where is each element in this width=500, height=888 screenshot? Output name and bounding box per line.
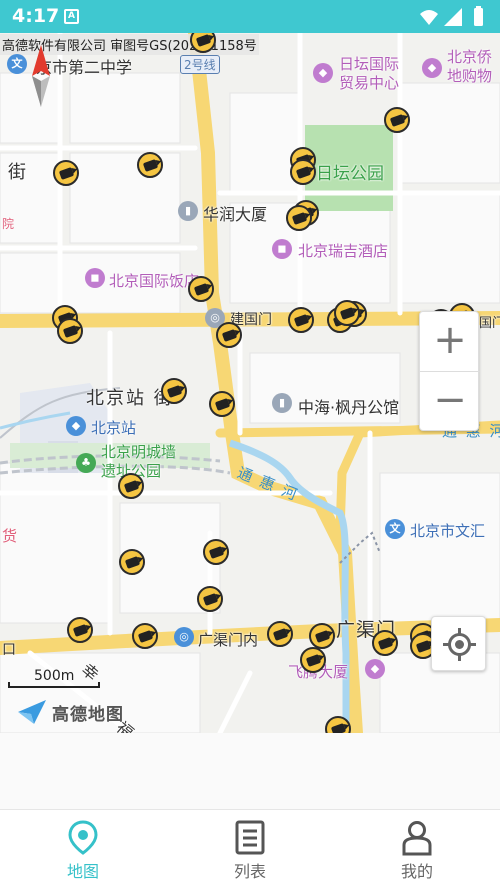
shopping-icon: ◆ bbox=[313, 63, 333, 83]
amap-logo-icon bbox=[18, 700, 46, 724]
list-icon bbox=[235, 820, 265, 855]
map-label-street-left: 街 bbox=[8, 162, 26, 183]
camera-marker[interactable] bbox=[67, 617, 93, 643]
amap-logo: 高德地图 bbox=[16, 698, 136, 726]
nav-tab-list[interactable]: 列表 bbox=[167, 810, 333, 888]
map-pin-icon bbox=[68, 820, 98, 855]
camera-marker[interactable] bbox=[290, 159, 316, 185]
hotel-icon-2: ◼ bbox=[85, 268, 105, 288]
status-bar: 4:17 A bbox=[0, 0, 500, 33]
map-label-beijing-station: 北京站 bbox=[91, 419, 137, 437]
map-label-ruiji-hotel: 北京瑞吉酒店 bbox=[298, 242, 389, 260]
building-icon-2: ▮ bbox=[272, 393, 292, 413]
content-sheet bbox=[0, 733, 500, 809]
park-icon: ♣ bbox=[76, 453, 96, 473]
camera-marker[interactable] bbox=[216, 322, 242, 348]
compass-icon[interactable] bbox=[28, 45, 54, 107]
map-label-edge: 院 bbox=[2, 217, 15, 231]
map-label-zhonghai: 中海·枫丹公馆 bbox=[298, 398, 400, 417]
camera-marker[interactable] bbox=[161, 378, 187, 404]
scale-bar bbox=[8, 682, 100, 688]
map-scale: 500m bbox=[8, 668, 100, 688]
map-label-huo: 货 bbox=[2, 527, 18, 545]
map-label-guangqumen-nei: 广渠门内 bbox=[198, 631, 259, 649]
camera-marker[interactable] bbox=[209, 391, 235, 417]
zoom-control: + − bbox=[419, 311, 480, 432]
map-label-huarun: 华润大厦 bbox=[203, 205, 268, 224]
wifi-signal-battery-icons bbox=[420, 6, 483, 26]
notification-icon: A bbox=[64, 9, 79, 24]
camera-marker[interactable] bbox=[267, 621, 293, 647]
camera-marker[interactable] bbox=[384, 107, 410, 133]
camera-marker[interactable] bbox=[53, 160, 79, 186]
camera-marker[interactable] bbox=[197, 586, 223, 612]
map-label-kou: 口 bbox=[2, 642, 16, 658]
building-icon: ▮ bbox=[178, 201, 198, 221]
nav-tab-profile[interactable]: 我的 bbox=[334, 810, 500, 888]
nav-tab-map-label: 地图 bbox=[66, 862, 99, 881]
camera-marker[interactable] bbox=[203, 539, 229, 565]
camera-marker[interactable] bbox=[300, 647, 326, 673]
map-label-ritan-mall: 日坛国际 贸易中心 bbox=[339, 55, 400, 92]
map-label-ritan-park: 日坛公园 bbox=[316, 164, 384, 184]
camera-marker[interactable] bbox=[309, 623, 335, 649]
zoom-out-button[interactable]: − bbox=[420, 372, 480, 432]
nav-tab-map[interactable]: 地图 bbox=[0, 810, 166, 888]
user-icon bbox=[402, 821, 432, 856]
camera-marker[interactable] bbox=[288, 307, 314, 333]
nav-tab-profile-label: 我的 bbox=[400, 862, 433, 881]
school-icon-2: 文 bbox=[385, 519, 405, 539]
location-crosshair-icon bbox=[443, 628, 476, 661]
bottom-navigation: 地图 列表 我的 bbox=[0, 809, 500, 888]
map-label-metro-line: 2号线 bbox=[180, 55, 220, 74]
camera-marker[interactable] bbox=[334, 300, 360, 326]
map-label-intl-hotel: 北京国际饭店 bbox=[109, 272, 200, 290]
shopping-icon-2: ◆ bbox=[422, 58, 442, 78]
locate-button[interactable] bbox=[431, 616, 486, 671]
amap-logo-text: 高德地图 bbox=[52, 705, 124, 725]
zoom-in-button[interactable]: + bbox=[420, 312, 480, 372]
map-view[interactable]: 高德软件有限公司 审图号GS(2024)1158号 京市第二中学 文 2号线 ◆… bbox=[0, 33, 500, 733]
status-time: 4:17 bbox=[12, 5, 60, 27]
train-station-icon: ◆ bbox=[66, 416, 86, 436]
nav-tab-list-label: 列表 bbox=[233, 862, 266, 881]
map-label-wenhui: 北京市文汇 bbox=[410, 522, 486, 540]
camera-marker[interactable] bbox=[188, 276, 214, 302]
camera-marker[interactable] bbox=[132, 623, 158, 649]
shopping-icon-3: ◆ bbox=[365, 659, 385, 679]
hotel-icon: ◼ bbox=[272, 239, 292, 259]
camera-marker[interactable] bbox=[372, 630, 398, 656]
camera-marker[interactable] bbox=[137, 152, 163, 178]
school-icon: 文 bbox=[7, 54, 27, 74]
camera-marker[interactable] bbox=[57, 318, 83, 344]
metro-station-icon-2: ◎ bbox=[174, 627, 194, 647]
camera-marker[interactable] bbox=[119, 549, 145, 575]
map-label-beijing-qiao: 北京侨 地购物 bbox=[447, 48, 493, 85]
camera-marker[interactable] bbox=[286, 205, 312, 231]
camera-marker[interactable] bbox=[118, 473, 144, 499]
